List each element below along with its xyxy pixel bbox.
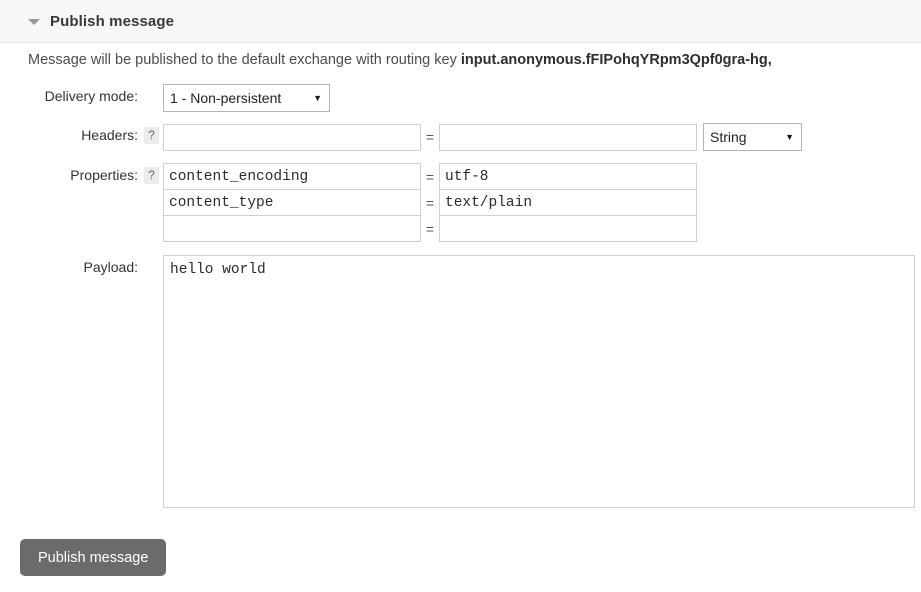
delivery-mode-select[interactable]: 1 - Non-persistent [163, 84, 330, 112]
header-value-input[interactable] [439, 123, 697, 151]
properties-help-icon[interactable]: ? [144, 167, 159, 184]
delivery-mode-field: 1 - Non-persistent [163, 84, 330, 112]
property-value-input[interactable] [439, 163, 697, 190]
headers-help-icon[interactable]: ? [144, 127, 159, 144]
delivery-mode-select-wrap: 1 - Non-persistent [163, 84, 330, 112]
table-row: = [163, 163, 697, 190]
delivery-mode-label: Delivery mode: [44, 88, 138, 104]
headers-row: Headers: ? = String [0, 123, 921, 151]
payload-field: hello world [163, 255, 915, 511]
delivery-mode-row: Delivery mode: 1 - Non-persistent [0, 84, 921, 112]
headers-label: Headers: [81, 127, 138, 143]
page-title: Publish message [50, 12, 175, 30]
header-entry-row: = String [163, 123, 802, 151]
property-key-input[interactable] [163, 189, 421, 216]
publish-message-button[interactable]: Publish message [20, 539, 167, 576]
property-equals-sign: = [425, 194, 435, 211]
header-type-select[interactable]: String [703, 123, 802, 151]
properties-fields: = = = [163, 163, 697, 242]
publish-description: Message will be published to the default… [28, 52, 921, 68]
payload-row: Payload: hello world [0, 255, 921, 511]
properties-row: Properties: ? = = = [0, 163, 921, 242]
property-key-input[interactable] [163, 215, 421, 242]
table-row: = [163, 189, 697, 216]
property-key-input[interactable] [163, 163, 421, 190]
routing-key-value: input.anonymous.fFIPohqYRpm3Qpf0gra-hg, [460, 52, 772, 68]
table-row: = [163, 215, 697, 242]
payload-label: Payload: [83, 259, 138, 275]
triangle-down-icon[interactable] [28, 15, 40, 27]
publish-message-form: Delivery mode: 1 - Non-persistent Header… [0, 84, 921, 511]
publish-action-area: Publish message [20, 539, 167, 576]
properties-label: Properties: [70, 167, 138, 183]
header-type-select-wrap: String [703, 123, 802, 151]
property-value-input[interactable] [439, 215, 697, 242]
headers-fields: = String [163, 123, 802, 151]
payload-textarea[interactable]: hello world [163, 255, 915, 508]
property-equals-sign: = [425, 220, 435, 237]
description-prefix: Message will be published to the default… [28, 52, 461, 68]
publish-message-section-header[interactable]: Publish message [0, 0, 921, 43]
property-value-input[interactable] [439, 189, 697, 216]
property-equals-sign: = [425, 168, 435, 185]
header-equals-sign: = [425, 129, 435, 145]
header-key-input[interactable] [163, 123, 421, 151]
